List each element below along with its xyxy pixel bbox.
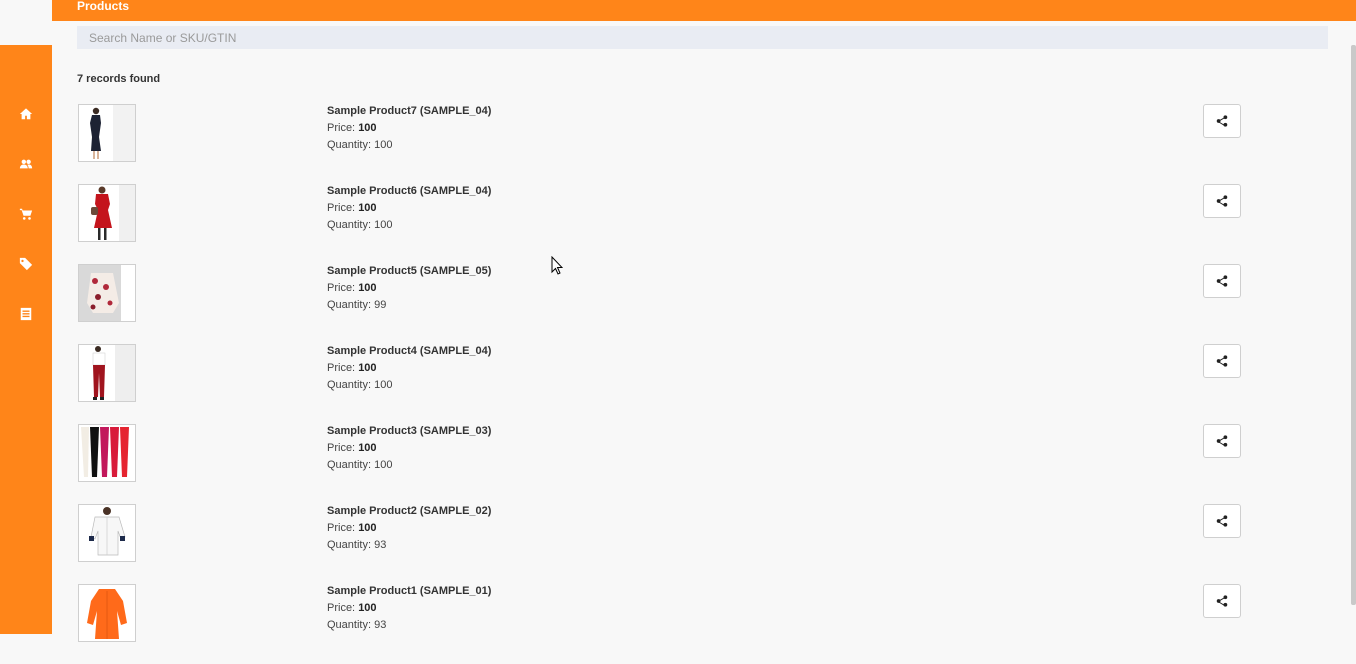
product-price: Price: 100: [327, 360, 491, 377]
orange-top-image: [79, 585, 135, 641]
product-name[interactable]: Sample Product1 (SAMPLE_01): [327, 583, 491, 600]
product-row: Sample Product4 (SAMPLE_04) Price: 100 Q…: [0, 344, 1356, 424]
product-name[interactable]: Sample Product6 (SAMPLE_04): [327, 183, 491, 200]
product-image[interactable]: [78, 424, 136, 482]
page-title: Products: [77, 0, 130, 13]
product-price: Price: 100: [327, 200, 491, 217]
product-info: Sample Product6 (SAMPLE_04) Price: 100 Q…: [327, 183, 491, 234]
share-button[interactable]: [1203, 504, 1241, 538]
product-row: Sample Product5 (SAMPLE_05) Price: 100 Q…: [0, 264, 1356, 344]
quantity-label: Quantity:: [327, 619, 375, 631]
dark-dress-image: [79, 105, 135, 161]
share-button[interactable]: [1203, 184, 1241, 218]
product-price: Price: 100: [327, 440, 491, 457]
top-bar: Products: [52, 0, 1356, 21]
share-button[interactable]: [1203, 264, 1241, 298]
price-value: 100: [358, 282, 377, 294]
price-value: 100: [358, 122, 377, 134]
product-image[interactable]: [78, 584, 136, 642]
product-row: Sample Product1 (SAMPLE_01) Price: 100 Q…: [0, 584, 1356, 664]
product-row: Sample Product6 (SAMPLE_04) Price: 100 Q…: [0, 184, 1356, 264]
records-count: 7 records found: [77, 73, 161, 85]
product-price: Price: 100: [327, 280, 491, 297]
share-button[interactable]: [1203, 584, 1241, 618]
price-value: 100: [358, 202, 377, 214]
price-value: 100: [358, 602, 377, 614]
quantity-label: Quantity:: [327, 139, 375, 151]
share-icon: [1216, 195, 1228, 207]
share-icon: [1216, 275, 1228, 287]
price-label: Price:: [327, 522, 359, 534]
product-price: Price: 100: [327, 600, 491, 617]
price-value: 100: [358, 442, 377, 454]
quantity-value: 93: [374, 619, 387, 631]
price-label: Price:: [327, 442, 359, 454]
share-icon: [1216, 515, 1228, 527]
price-label: Price:: [327, 122, 359, 134]
white-shirt-image: [79, 505, 135, 561]
product-name[interactable]: Sample Product3 (SAMPLE_03): [327, 423, 491, 440]
product-name[interactable]: Sample Product5 (SAMPLE_05): [327, 263, 491, 280]
product-image[interactable]: [78, 344, 136, 402]
product-row: Sample Product2 (SAMPLE_02) Price: 100 Q…: [0, 504, 1356, 584]
price-label: Price:: [327, 362, 359, 374]
product-quantity: Quantity: 93: [327, 537, 491, 554]
product-quantity: Quantity: 93: [327, 617, 491, 634]
product-quantity: Quantity: 99: [327, 297, 491, 314]
product-quantity: Quantity: 100: [327, 377, 491, 394]
product-row: Sample Product7 (SAMPLE_04) Price: 100 Q…: [0, 104, 1356, 184]
quantity-label: Quantity:: [327, 379, 375, 391]
share-icon: [1216, 435, 1228, 447]
search-input[interactable]: [77, 26, 1328, 49]
product-info: Sample Product1 (SAMPLE_01) Price: 100 Q…: [327, 583, 491, 634]
product-info: Sample Product5 (SAMPLE_05) Price: 100 Q…: [327, 263, 491, 314]
product-info: Sample Product4 (SAMPLE_04) Price: 100 Q…: [327, 343, 491, 394]
product-name[interactable]: Sample Product2 (SAMPLE_02): [327, 503, 491, 520]
quantity-value: 93: [374, 539, 387, 551]
product-name[interactable]: Sample Product4 (SAMPLE_04): [327, 343, 491, 360]
product-row: Sample Product3 (SAMPLE_03) Price: 100 Q…: [0, 424, 1356, 504]
price-value: 100: [358, 522, 377, 534]
price-label: Price:: [327, 202, 359, 214]
floral-jacket-image: [79, 265, 135, 321]
quantity-label: Quantity:: [327, 539, 375, 551]
quantity-value: 100: [374, 459, 393, 471]
product-info: Sample Product2 (SAMPLE_02) Price: 100 Q…: [327, 503, 491, 554]
share-button[interactable]: [1203, 104, 1241, 138]
product-price: Price: 100: [327, 120, 491, 137]
product-quantity: Quantity: 100: [327, 217, 491, 234]
quantity-label: Quantity:: [327, 459, 375, 471]
share-icon: [1216, 115, 1228, 127]
quantity-value: 100: [374, 379, 393, 391]
mouse-cursor-icon: [551, 256, 563, 275]
price-label: Price:: [327, 602, 359, 614]
share-icon: [1216, 355, 1228, 367]
share-button[interactable]: [1203, 344, 1241, 378]
quantity-value: 100: [374, 139, 393, 151]
share-button[interactable]: [1203, 424, 1241, 458]
red-dress-image: [79, 185, 135, 241]
product-image[interactable]: [78, 184, 136, 242]
quantity-label: Quantity:: [327, 219, 375, 231]
product-info: Sample Product7 (SAMPLE_04) Price: 100 Q…: [327, 103, 491, 154]
quantity-value: 99: [374, 299, 387, 311]
share-icon: [1216, 595, 1228, 607]
vertical-scrollbar[interactable]: [1351, 45, 1356, 605]
leggings-image: [79, 425, 135, 481]
red-pants-image: [79, 345, 135, 401]
product-name[interactable]: Sample Product7 (SAMPLE_04): [327, 103, 491, 120]
product-quantity: Quantity: 100: [327, 457, 491, 474]
price-value: 100: [358, 362, 377, 374]
product-price: Price: 100: [327, 520, 491, 537]
product-info: Sample Product3 (SAMPLE_03) Price: 100 Q…: [327, 423, 491, 474]
quantity-value: 100: [374, 219, 393, 231]
product-image[interactable]: [78, 104, 136, 162]
product-image[interactable]: [78, 264, 136, 322]
quantity-label: Quantity:: [327, 299, 375, 311]
product-image[interactable]: [78, 504, 136, 562]
price-label: Price:: [327, 282, 359, 294]
product-quantity: Quantity: 100: [327, 137, 491, 154]
